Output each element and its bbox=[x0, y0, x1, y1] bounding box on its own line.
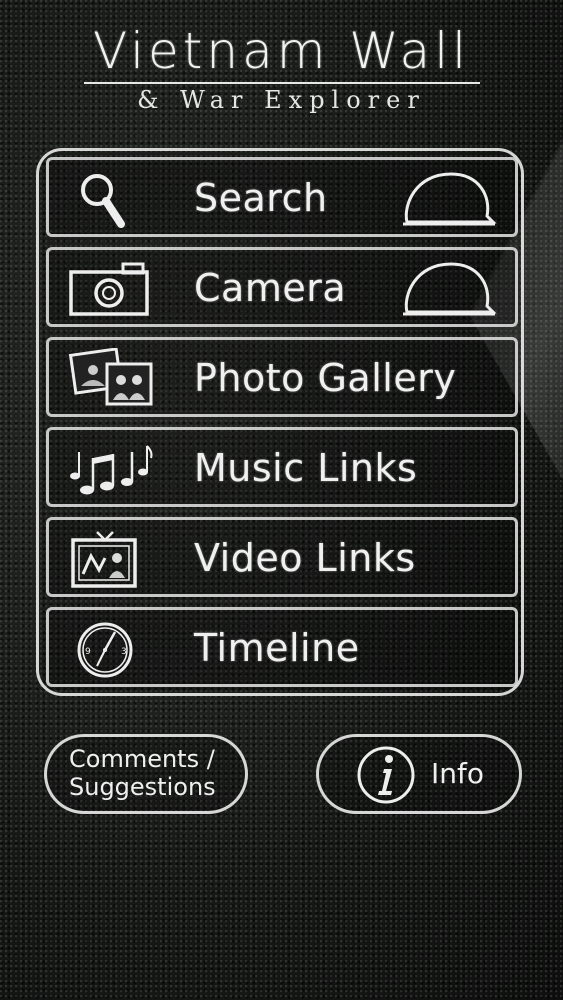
music-notes-icon bbox=[70, 445, 153, 495]
magnifier-icon bbox=[81, 174, 125, 228]
menu-item-photo-gallery[interactable]: Photo Gallery bbox=[46, 337, 518, 417]
menu-label-search: Search bbox=[194, 176, 328, 220]
menu-label-video-links: Video Links bbox=[194, 536, 416, 580]
clock-icon: 9 3 bbox=[77, 622, 133, 678]
info-label: Info bbox=[431, 757, 484, 790]
menu-label-photo-gallery: Photo Gallery bbox=[194, 356, 457, 400]
svg-text:3: 3 bbox=[121, 647, 127, 657]
menu-label-music-links: Music Links bbox=[194, 446, 418, 490]
app-subtitle: & War Explorer bbox=[137, 86, 426, 114]
menu-label-timeline: Timeline bbox=[194, 626, 360, 670]
info-button[interactable]: Info bbox=[316, 734, 522, 814]
menu-item-video-links[interactable]: Video Links bbox=[46, 517, 518, 597]
comments-label: Comments / Suggestions bbox=[69, 745, 216, 801]
app-title: Vietnam Wall bbox=[93, 22, 470, 80]
info-icon bbox=[357, 746, 415, 804]
camera-icon bbox=[69, 262, 149, 316]
television-icon bbox=[71, 531, 137, 588]
comments-label-line2: Suggestions bbox=[69, 773, 216, 801]
menu-item-music-links[interactable]: Music Links bbox=[46, 427, 518, 507]
menu-item-timeline[interactable]: 9 3 Timeline bbox=[46, 607, 518, 687]
comments-suggestions-button[interactable]: Comments / Suggestions bbox=[44, 734, 248, 814]
photo-gallery-icon bbox=[68, 348, 153, 406]
app-header: Vietnam Wall & War Explorer bbox=[0, 22, 563, 114]
title-underline bbox=[83, 82, 480, 84]
svg-text:9: 9 bbox=[85, 647, 91, 657]
helmet-icon bbox=[403, 262, 497, 316]
comments-label-line1: Comments / bbox=[69, 745, 215, 773]
menu-item-camera[interactable]: Camera bbox=[46, 247, 518, 327]
menu-item-search[interactable]: Search bbox=[46, 157, 518, 237]
helmet-icon bbox=[403, 172, 497, 226]
menu-label-camera: Camera bbox=[194, 266, 347, 310]
